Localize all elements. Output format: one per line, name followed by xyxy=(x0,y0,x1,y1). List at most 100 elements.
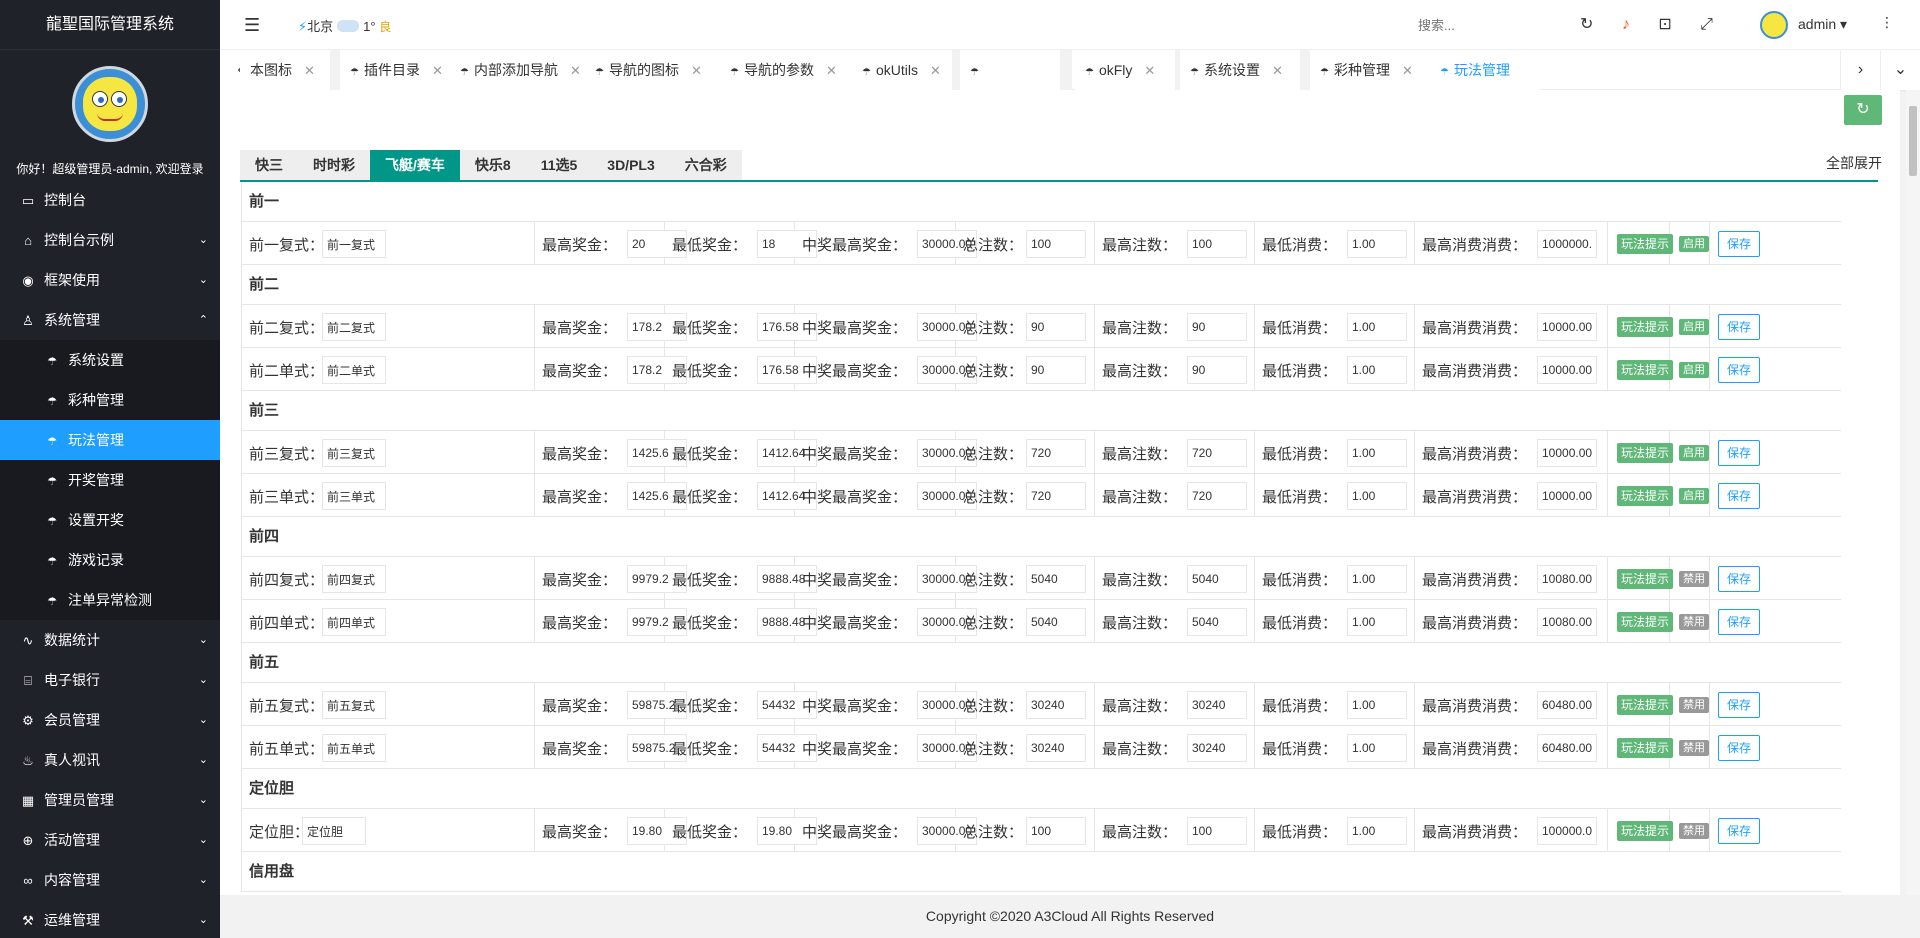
tab-item[interactable]: ☂ 内部添加导航 ✕ xyxy=(450,50,600,90)
tab-item[interactable]: ☂ 导航的图标 ✕ xyxy=(585,50,735,90)
sidebar-subitem[interactable]: ☂ 系统设置 xyxy=(0,340,220,380)
sidebar-item[interactable]: ▦ 管理员管理 ⌄ xyxy=(0,780,220,820)
field-input[interactable] xyxy=(322,439,386,467)
save-button[interactable]: 保存 xyxy=(1718,357,1760,383)
field-input[interactable] xyxy=(1537,439,1597,467)
header-search-input[interactable] xyxy=(1418,10,1538,40)
sidebar-item[interactable]: ⚒ 运维管理 ⌄ xyxy=(0,900,220,938)
play-tip-button[interactable]: 玩法提示 xyxy=(1617,360,1674,380)
field-input[interactable] xyxy=(1537,230,1597,258)
save-button[interactable]: 保存 xyxy=(1718,483,1760,509)
play-tip-button[interactable]: 玩法提示 xyxy=(1617,821,1674,841)
sidebar-item[interactable]: ⌸ 电子银行 ⌄ xyxy=(0,660,220,700)
field-input[interactable] xyxy=(1026,439,1086,467)
user-menu[interactable]: admin ▾ xyxy=(1798,16,1847,33)
status-badge[interactable]: 禁用 xyxy=(1679,614,1709,630)
sidebar-subitem[interactable]: ☂ 游戏记录 xyxy=(0,540,220,580)
play-tip-button[interactable]: 玩法提示 xyxy=(1617,234,1674,254)
notification-bell-icon[interactable]: ♪ xyxy=(1622,16,1630,34)
sidebar-item[interactable]: ∿ 数据统计 ⌄ xyxy=(0,620,220,660)
tab-item[interactable]: ☂okLayer✕ xyxy=(960,50,1060,121)
status-badge[interactable]: 启用 xyxy=(1679,319,1709,335)
field-input[interactable] xyxy=(1537,565,1597,593)
tab-item[interactable]: ☂ 彩种管理 ✕ xyxy=(1310,50,1430,90)
sidebar-item[interactable]: ∞ 内容管理 ⌄ xyxy=(0,860,220,900)
field-input[interactable] xyxy=(1187,817,1247,845)
play-tip-button[interactable]: 玩法提示 xyxy=(1617,443,1674,463)
sidebar-item[interactable]: ⚙ 会员管理 ⌄ xyxy=(0,700,220,740)
field-input[interactable] xyxy=(1187,565,1247,593)
play-tip-button[interactable]: 玩法提示 xyxy=(1617,486,1674,506)
more-vertical-icon[interactable]: ⋮ xyxy=(1880,14,1894,31)
lock-icon[interactable]: ⊡ xyxy=(1658,14,1671,34)
field-input[interactable] xyxy=(1187,230,1247,258)
tab-item[interactable]: ☂ 系统设置 ✕ xyxy=(1180,50,1300,90)
field-input[interactable] xyxy=(1347,313,1407,341)
tabs-next-icon[interactable]: › xyxy=(1840,50,1880,90)
field-input[interactable] xyxy=(302,817,366,845)
field-input[interactable] xyxy=(1187,734,1247,762)
tab-close-icon[interactable]: ✕ xyxy=(432,63,443,78)
sidebar-item[interactable]: ⊕ 活动管理 ⌄ xyxy=(0,820,220,860)
status-badge[interactable]: 启用 xyxy=(1679,236,1709,252)
sidebar-subitem[interactable]: ☂ 设置开奖 xyxy=(0,500,220,540)
sidebar-item[interactable]: ▭ 控制台 xyxy=(0,180,220,220)
save-button[interactable]: 保存 xyxy=(1718,818,1760,844)
field-input[interactable] xyxy=(1026,565,1086,593)
field-input[interactable] xyxy=(322,565,386,593)
save-button[interactable]: 保存 xyxy=(1718,692,1760,718)
field-input[interactable] xyxy=(1026,356,1086,384)
play-tip-button[interactable]: 玩法提示 xyxy=(1617,738,1674,758)
field-input[interactable] xyxy=(322,356,386,384)
sidebar-item[interactable]: ♙ 系统管理 ⌃ xyxy=(0,300,220,340)
tab-item[interactable]: ☂ okFly ✕ xyxy=(1075,50,1175,90)
sidebar-subitem[interactable]: ☂ 开奖管理 xyxy=(0,460,220,500)
subtab-item[interactable]: 快乐8 xyxy=(459,150,526,181)
scrollbar-thumb[interactable] xyxy=(1909,106,1917,176)
tab-close-icon[interactable]: ✕ xyxy=(691,63,702,78)
field-input[interactable] xyxy=(1026,734,1086,762)
save-button[interactable]: 保存 xyxy=(1718,609,1760,635)
tab-item[interactable]: 本图标 ✕ xyxy=(240,50,330,90)
subtab-item[interactable]: 六合彩 xyxy=(669,150,742,181)
field-input[interactable] xyxy=(1347,356,1407,384)
tab-item[interactable]: ☂ okUtils ✕ xyxy=(852,50,952,90)
field-input[interactable] xyxy=(1347,817,1407,845)
tab-item[interactable]: ☂玩法管理✕ xyxy=(1430,50,1540,121)
field-input[interactable] xyxy=(1347,608,1407,636)
field-input[interactable] xyxy=(1026,482,1086,510)
status-badge[interactable]: 启用 xyxy=(1679,488,1709,504)
field-input[interactable] xyxy=(1537,313,1597,341)
field-input[interactable] xyxy=(1347,691,1407,719)
status-badge[interactable]: 禁用 xyxy=(1679,823,1709,839)
subtab-item[interactable]: 飞艇/赛车 xyxy=(370,150,460,181)
subtab-item[interactable]: 快三 xyxy=(240,150,298,181)
save-button[interactable]: 保存 xyxy=(1718,735,1760,761)
field-input[interactable] xyxy=(1537,608,1597,636)
status-badge[interactable]: 禁用 xyxy=(1679,740,1709,756)
field-input[interactable] xyxy=(322,482,386,510)
field-input[interactable] xyxy=(1026,691,1086,719)
expand-all-button[interactable]: 全部展开 xyxy=(1826,153,1882,173)
fullscreen-icon[interactable]: ⤢ xyxy=(1700,16,1713,34)
field-input[interactable] xyxy=(1187,356,1247,384)
sidebar-subitem[interactable]: ☂ 注单异常检测 xyxy=(0,580,220,620)
field-input[interactable] xyxy=(1187,608,1247,636)
tab-close-icon[interactable]: ✕ xyxy=(304,63,315,78)
content-scrollbar[interactable] xyxy=(1906,90,1920,895)
subtab-item[interactable]: 11选5 xyxy=(525,150,593,181)
field-input[interactable] xyxy=(1347,734,1407,762)
tab-close-icon[interactable]: ✕ xyxy=(1144,63,1155,78)
field-input[interactable] xyxy=(1187,313,1247,341)
field-input[interactable] xyxy=(1347,439,1407,467)
status-badge[interactable]: 禁用 xyxy=(1679,697,1709,713)
field-input[interactable] xyxy=(1347,230,1407,258)
tabs-dropdown-icon[interactable]: ⌄ xyxy=(1880,50,1920,90)
field-input[interactable] xyxy=(322,734,386,762)
tab-close-icon[interactable]: ✕ xyxy=(930,63,941,78)
tab-close-icon[interactable]: ✕ xyxy=(1402,63,1413,78)
field-input[interactable] xyxy=(1537,817,1597,845)
subtab-item[interactable]: 3D/PL3 xyxy=(592,150,670,181)
status-badge[interactable]: 禁用 xyxy=(1679,571,1709,587)
sidebar-item[interactable]: ♨ 真人视讯 ⌄ xyxy=(0,740,220,780)
